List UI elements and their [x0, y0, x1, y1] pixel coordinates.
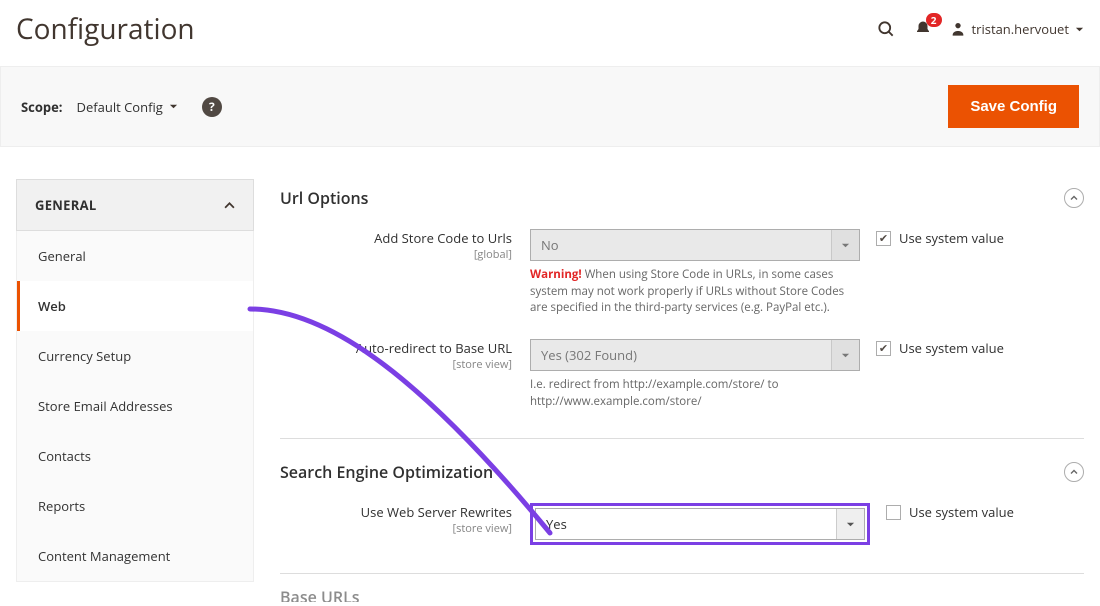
- label-auto-redirect: Auto-redirect to Base URL: [356, 339, 512, 357]
- chevron-up-icon: [224, 200, 235, 211]
- checkbox-sysvalue-rewrites[interactable]: [886, 505, 901, 520]
- user-menu[interactable]: tristan.hervouet: [950, 20, 1084, 38]
- section-title-url-options: Url Options: [280, 187, 368, 209]
- chevron-down-icon: [831, 230, 859, 260]
- notification-badge: 2: [926, 13, 942, 27]
- sysvalue-label: Use system value: [909, 503, 1014, 521]
- collapse-seo[interactable]: [1064, 462, 1084, 482]
- save-config-button[interactable]: Save Config: [948, 85, 1079, 128]
- user-icon: [950, 20, 966, 38]
- note-store-code: Warning! When using Store Code in URLs, …: [530, 267, 860, 317]
- note-auto-redirect: I.e. redirect from http://example.com/st…: [530, 377, 860, 410]
- sysvalue-label: Use system value: [899, 339, 1004, 357]
- collapse-url-options[interactable]: [1064, 188, 1084, 208]
- label-add-store-code: Add Store Code to Urls: [374, 229, 512, 247]
- sidebar-item-contacts[interactable]: Contacts: [17, 431, 253, 481]
- highlight-annotation: Yes: [530, 503, 870, 545]
- scope-tag: [global]: [280, 247, 512, 262]
- sidebar-item-store-email-addresses[interactable]: Store Email Addresses: [17, 381, 253, 431]
- sidebar-item-general[interactable]: General: [17, 231, 253, 281]
- chevron-down-icon: [831, 340, 859, 370]
- sidebar-section-general[interactable]: GENERAL: [16, 179, 254, 231]
- username: tristan.hervouet: [972, 20, 1069, 38]
- select-auto-redirect: Yes (302 Found): [530, 339, 860, 371]
- scope-select[interactable]: Default Config: [77, 98, 178, 116]
- notifications-icon[interactable]: 2: [914, 19, 932, 39]
- scope-tag: [store view]: [280, 357, 512, 372]
- help-icon[interactable]: ?: [202, 97, 222, 117]
- scope-tag: [store view]: [280, 521, 512, 536]
- sidebar-item-reports[interactable]: Reports: [17, 481, 253, 531]
- section-title-base-urls: Base URLs: [280, 588, 360, 602]
- sidebar-item-currency-setup[interactable]: Currency Setup: [17, 331, 253, 381]
- sidebar-item-content-management[interactable]: Content Management: [17, 531, 253, 581]
- chevron-down-icon: [836, 509, 864, 539]
- scope-label: Scope:: [21, 98, 63, 116]
- page-title: Configuration: [16, 10, 195, 48]
- chevron-down-icon: [1075, 25, 1084, 34]
- sidebar-item-web[interactable]: Web: [17, 281, 253, 331]
- select-web-server-rewrites[interactable]: Yes: [535, 508, 865, 540]
- checkbox-sysvalue-auto-redirect[interactable]: [876, 341, 891, 356]
- search-icon[interactable]: [876, 19, 896, 39]
- sysvalue-label: Use system value: [899, 229, 1004, 247]
- checkbox-sysvalue-store-code[interactable]: [876, 231, 891, 246]
- label-web-server-rewrites: Use Web Server Rewrites: [361, 503, 512, 521]
- chevron-down-icon: [169, 102, 178, 111]
- select-add-store-code: No: [530, 229, 860, 261]
- section-title-seo: Search Engine Optimization: [280, 461, 493, 483]
